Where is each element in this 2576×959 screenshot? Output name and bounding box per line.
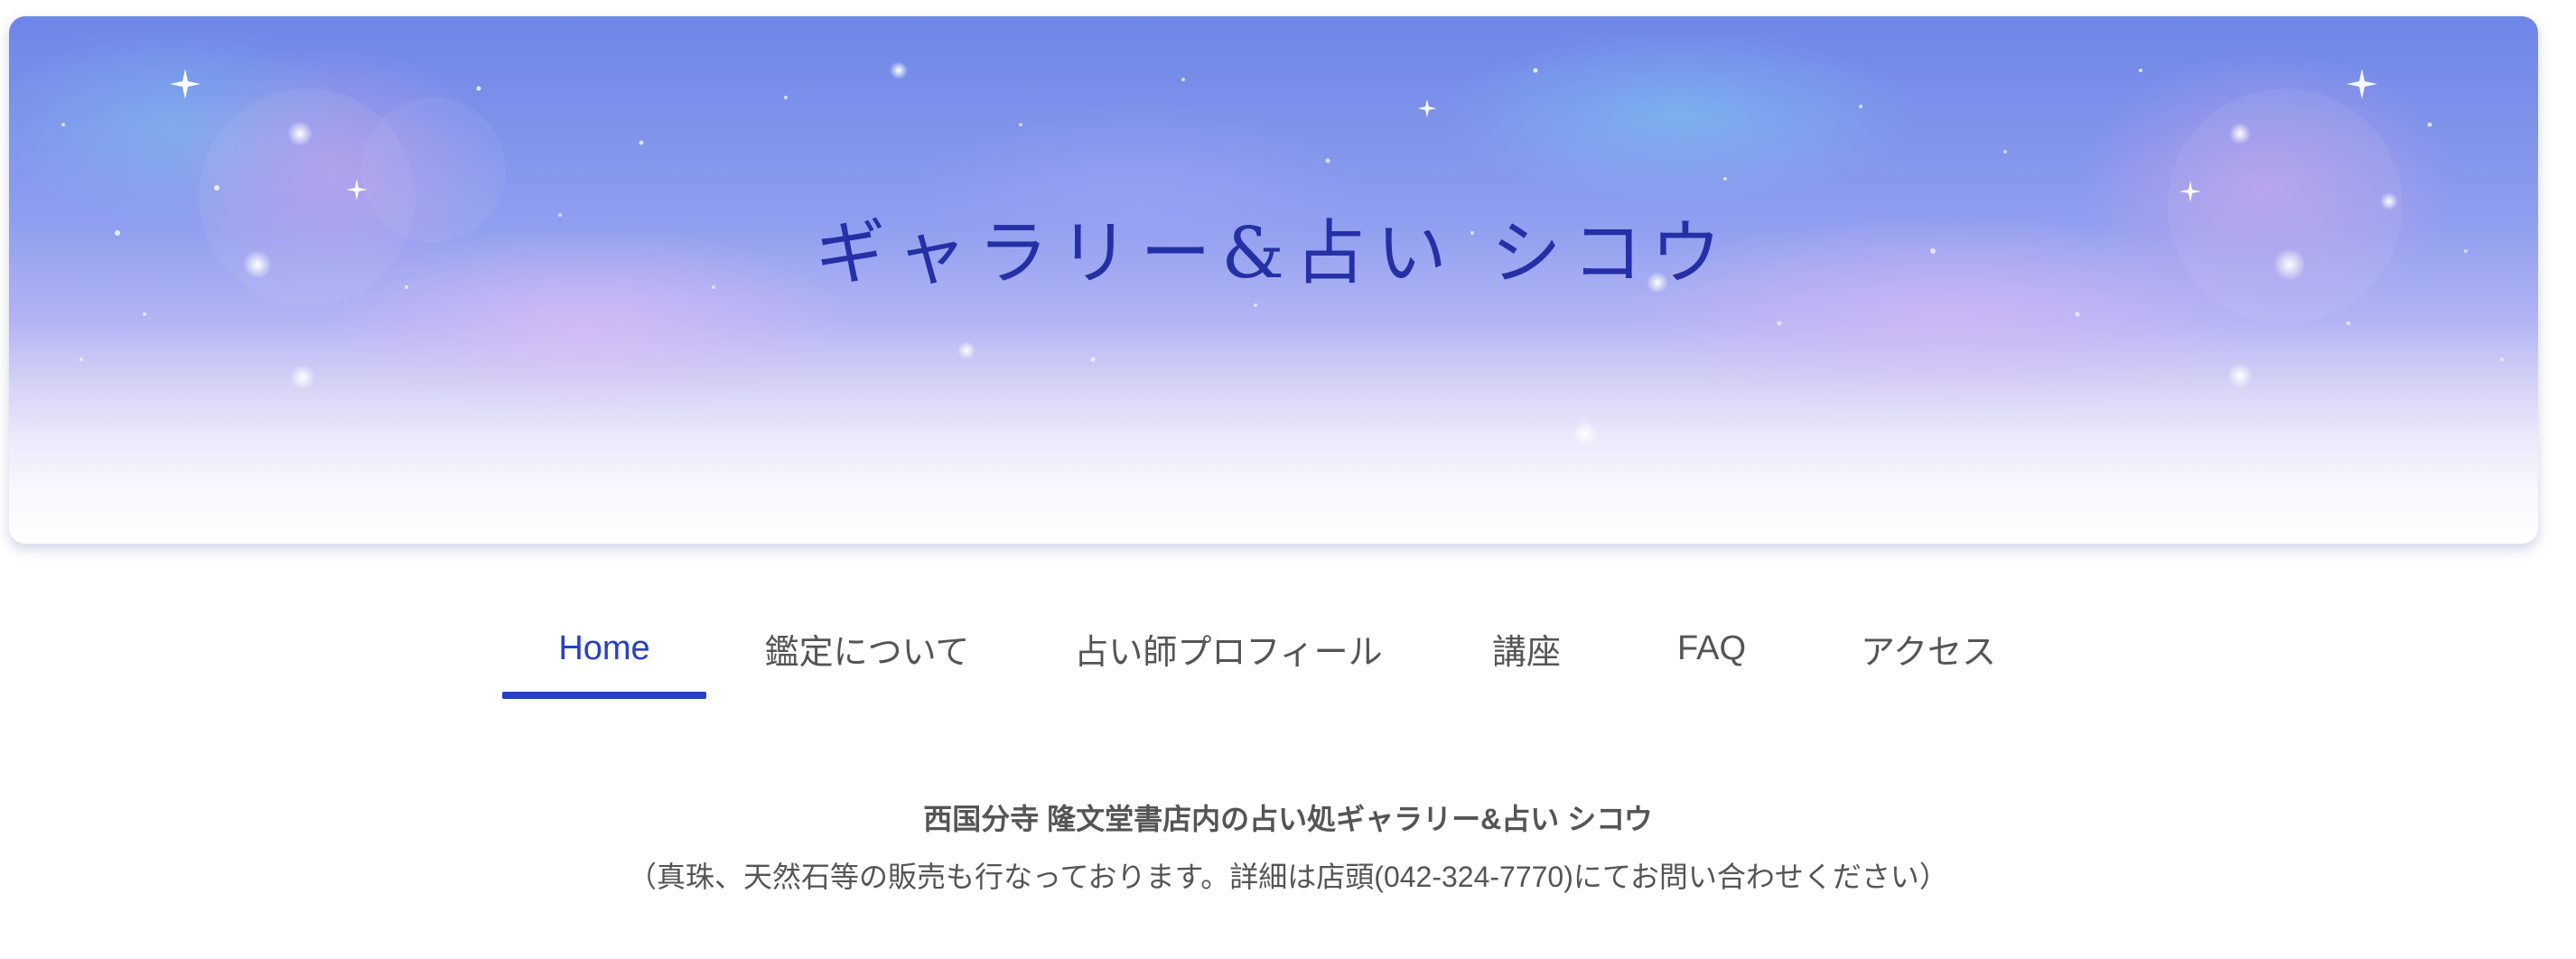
intro-heading: 西国分寺 隆文堂書店内の占い処ギャラリー&占い シコウ <box>923 803 1653 835</box>
intro-note: （真珠、天然石等の販売も行なっております。詳細は店頭(042-324-7770)… <box>628 861 1948 893</box>
nav-item-faq[interactable]: FAQ <box>1662 596 1761 701</box>
nav-item-access[interactable]: アクセス <box>1852 596 2005 701</box>
hero-banner: ギャラリー&占い シコウ <box>9 16 2538 544</box>
site-title: ギャラリー&占い シコウ <box>815 213 1732 294</box>
nav-item-home[interactable]: Home <box>502 596 706 701</box>
nav-item-appraisal[interactable]: 鑑定について <box>759 596 975 701</box>
active-tab-indicator <box>502 692 706 699</box>
main-nav: Home 鑑定について 占い師プロフィール 講座 FAQ アクセス <box>0 596 2576 704</box>
nav-item-profile[interactable]: 占い師プロフィール <box>1074 596 1382 701</box>
nav-item-courses[interactable]: 講座 <box>1481 596 1572 701</box>
